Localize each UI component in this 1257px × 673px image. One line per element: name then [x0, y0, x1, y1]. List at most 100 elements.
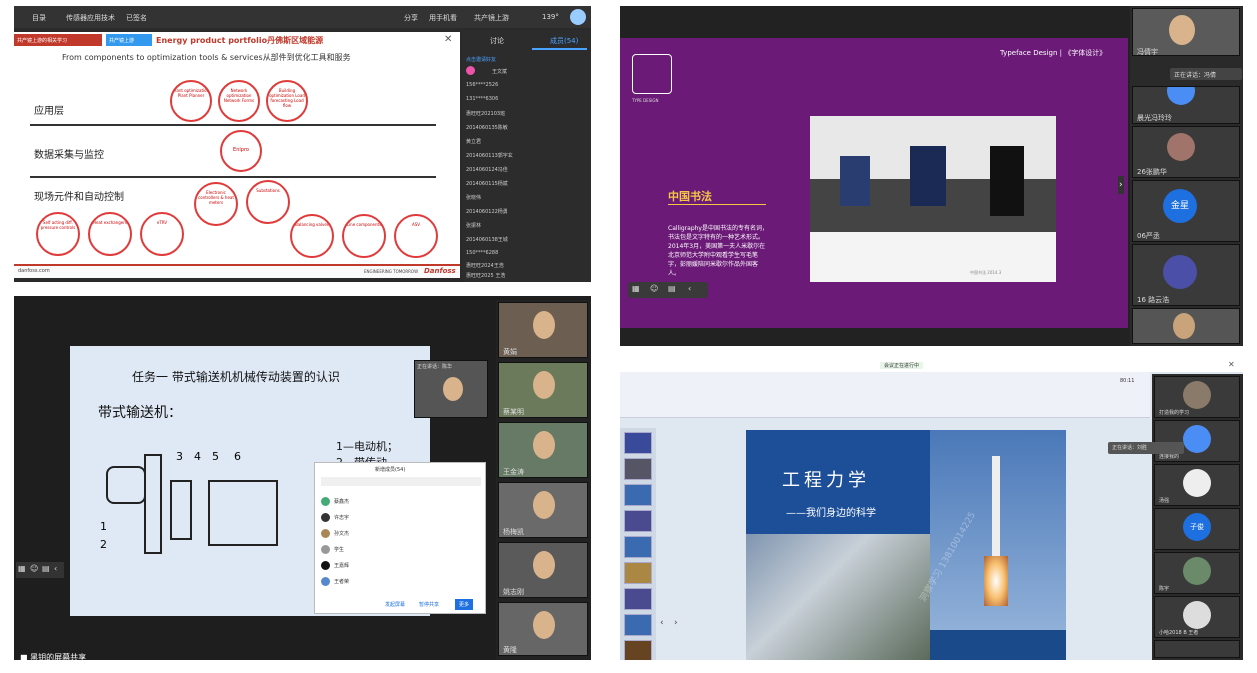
participant-video[interactable]: 杨梅凯 [498, 482, 588, 538]
menu-share[interactable]: 分享 [404, 13, 418, 23]
participant-tile[interactable]: 金星 06严丞 [1132, 180, 1240, 242]
tab-discuss[interactable]: 讨论 [490, 36, 504, 46]
slide-thumbnail[interactable] [624, 562, 652, 584]
participant-tile[interactable]: 小哈2018 B 王者 [1154, 596, 1240, 638]
zoom-level[interactable]: 139° [542, 13, 559, 21]
logo-text: TYPE DESIGN [632, 98, 659, 103]
collapse-icon[interactable]: ‹ [688, 284, 691, 293]
close-icon[interactable]: ✕ [444, 34, 452, 45]
menu-signed[interactable]: 已签名 [126, 13, 147, 23]
tab-members[interactable]: 成员(54) [550, 36, 578, 46]
menu-user[interactable]: 共产镜上游 [474, 13, 509, 23]
bridge-photo [746, 534, 930, 660]
participant-name: 汤强 [1159, 498, 1170, 504]
calligraphy-photo: 中国书法 2014.3 [810, 116, 1056, 282]
emoji-icon[interactable]: ☺ [30, 564, 38, 573]
footer-brand: ENGINEERING TOMORROW [364, 269, 419, 274]
next-slide-icon[interactable]: › [1118, 176, 1124, 194]
collapse-icon[interactable]: ‹ [54, 564, 57, 573]
chat-icon[interactable]: ▤ [668, 284, 676, 293]
divider [30, 176, 436, 178]
list-item[interactable]: 蔡鑫杰 [321, 493, 481, 509]
tab-label-2[interactable]: 共产镜上游 [106, 34, 152, 46]
participant-name: 黄隆 [503, 646, 517, 654]
building-optimization-circle: Building optimization Load forecasting L… [266, 80, 308, 122]
slide-subtitle: From components to optimization tools & … [62, 53, 351, 62]
avatar[interactable] [570, 9, 586, 25]
list-item[interactable]: 学生 [321, 541, 481, 557]
list-item: 张振林 [466, 223, 482, 229]
participant-tile[interactable]: 汤强 [1154, 464, 1240, 506]
slide-thumbnail[interactable] [624, 640, 652, 660]
participant-video[interactable]: 冯倩宇 [1132, 8, 1240, 56]
chat-sidebar: 讨论 成员(54) 点击邀请好友 王文斌 156****2526 131****… [462, 30, 591, 282]
start-share-button[interactable]: 发起屏幕 [385, 601, 405, 608]
participant-name: 连接我的 [1159, 454, 1180, 460]
participant-tile[interactable]: 连接我的 [1154, 420, 1240, 462]
plant-optimization-circle: Plant optimization Plant Planner [170, 80, 212, 122]
list-item[interactable]: 孙文杰 [321, 525, 481, 541]
list-item: 150****6288 [466, 250, 499, 256]
participant-tile[interactable]: 16 路云浩 [1132, 244, 1240, 306]
menu-catalog[interactable]: 目录 [32, 13, 46, 23]
participant-tile[interactable]: 26张鹏华 [1132, 126, 1240, 178]
participant-tile[interactable]: 晨光冯玲玲 [1132, 86, 1240, 124]
slide-title: 任务一 带式输送机机械传动装置的认识 [132, 370, 340, 384]
speaking-label: 正在讲话：陈华 [417, 364, 453, 370]
menu-course[interactable]: 传感器应用技术 [66, 13, 115, 23]
participant-name: 王金涛 [503, 468, 524, 476]
participant-name: 姚志刚 [503, 588, 524, 596]
participant-tile[interactable] [1154, 640, 1240, 658]
list-item[interactable]: 王嘉辉 [321, 557, 481, 573]
tab-underline [532, 48, 587, 50]
slide-title-box: 工程力学 ——我们身边的科学 [746, 430, 930, 534]
list-item: 2014060115杨斌 [466, 181, 508, 187]
speaking-tooltip: 正在讲话：冯倩 [1170, 68, 1242, 80]
slide-thumbnail[interactable] [624, 614, 652, 636]
prev-slide-icon[interactable]: ‹ [660, 618, 664, 628]
list-item[interactable]: 王者荣 [321, 573, 481, 589]
slide-body: Calligraphy是中国书法的专有名词，书法包是文字特有的一种艺术形式。20… [668, 225, 768, 277]
slide-thumbnail[interactable] [624, 484, 652, 506]
speaking-label: 正在讲话：冯倩 [1174, 72, 1217, 79]
slide-thumbnail[interactable] [624, 510, 652, 532]
participant-tile[interactable]: 打造我的学习 [1154, 376, 1240, 418]
participant-video[interactable]: 姚志刚 [498, 542, 588, 598]
participant-sidebar: 打造我的学习 连接我的 汤强 子俊 陈宇 小哈2018 B 王者 [1152, 374, 1243, 660]
next-slide-icon[interactable]: › [674, 618, 678, 628]
legend-item: 1—电动机； [336, 440, 398, 453]
footer-url: danfoss.com [18, 268, 50, 274]
list-item[interactable]: 许志宇 [321, 509, 481, 525]
chat-icon[interactable]: ▤ [42, 564, 50, 573]
slide-thumbnail[interactable] [624, 432, 652, 454]
participant-video[interactable]: 王金涛 [498, 422, 588, 478]
participant-name: 黄娟 [503, 348, 517, 356]
participant-video[interactable] [1132, 308, 1240, 344]
zoom-level[interactable]: 80:11 [1120, 378, 1134, 384]
search-input[interactable] [321, 477, 481, 486]
slide-title: 工程力学 [782, 470, 870, 491]
slide-thumbnail[interactable] [624, 458, 652, 480]
tab-label-1[interactable]: 共产镜上游的相关学习 [14, 34, 102, 46]
grid-icon[interactable]: ▦ [18, 564, 26, 573]
list-item: 2014060124冯佳 [466, 167, 508, 173]
self-video[interactable]: 正在讲话：陈华 [414, 360, 488, 418]
participant-tile[interactable]: 子俊 [1154, 508, 1240, 550]
pause-share-button[interactable]: 暂停共享 [419, 601, 439, 608]
participant-video[interactable]: 蔡某明 [498, 362, 588, 418]
asv-circle: ASV [394, 214, 438, 258]
slide-thumbnail[interactable] [624, 588, 652, 610]
participant-video[interactable]: 黄娟 [498, 302, 588, 358]
participant-video[interactable]: 黄隆 [498, 602, 588, 656]
shared-slide: TYPE DESIGN Typeface Design | 《字体设计》 中国书… [620, 38, 1128, 328]
speaking-tooltip: 正在讲话：刘胜 [1108, 442, 1184, 454]
participant-tile[interactable]: 陈宇 [1154, 552, 1240, 594]
menu-mobile[interactable]: 用手机看 [429, 13, 457, 23]
invite-link[interactable]: 点击邀请好友 [466, 56, 496, 63]
participant-name: 06严丞 [1137, 232, 1160, 240]
close-icon[interactable]: ✕ [1228, 360, 1235, 369]
slide-thumbnail[interactable] [624, 536, 652, 558]
emoji-icon[interactable]: ☺ [650, 284, 658, 293]
grid-icon[interactable]: ▦ [632, 284, 640, 293]
more-button[interactable]: 更多 [455, 599, 474, 610]
